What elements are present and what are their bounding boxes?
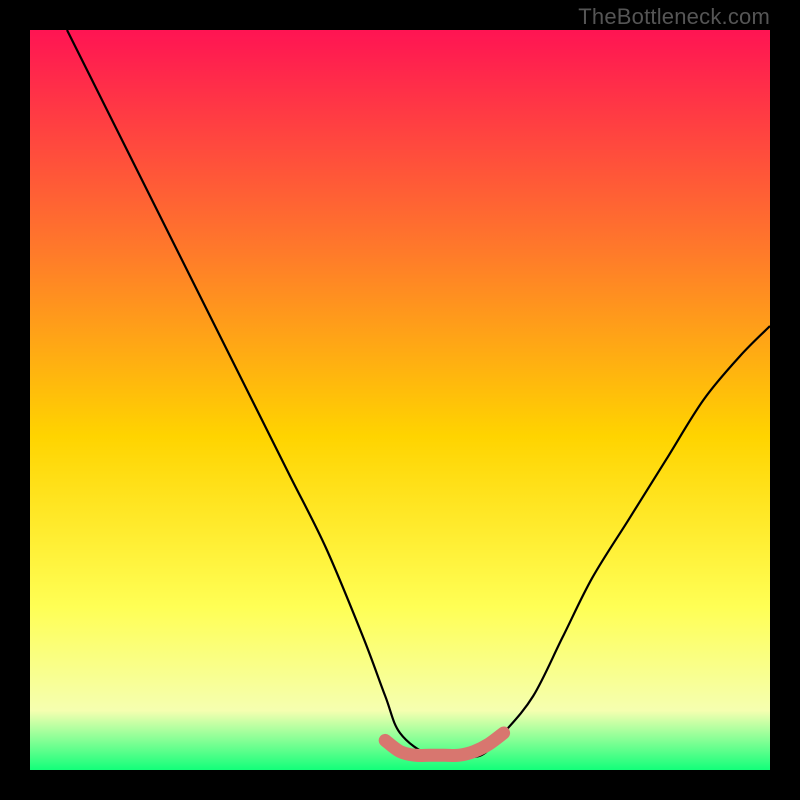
chart-frame: TheBottleneck.com bbox=[0, 0, 800, 800]
watermark-text: TheBottleneck.com bbox=[578, 4, 770, 30]
curve-layer bbox=[30, 30, 770, 770]
main-curve-path bbox=[67, 30, 770, 757]
plot-area bbox=[30, 30, 770, 770]
